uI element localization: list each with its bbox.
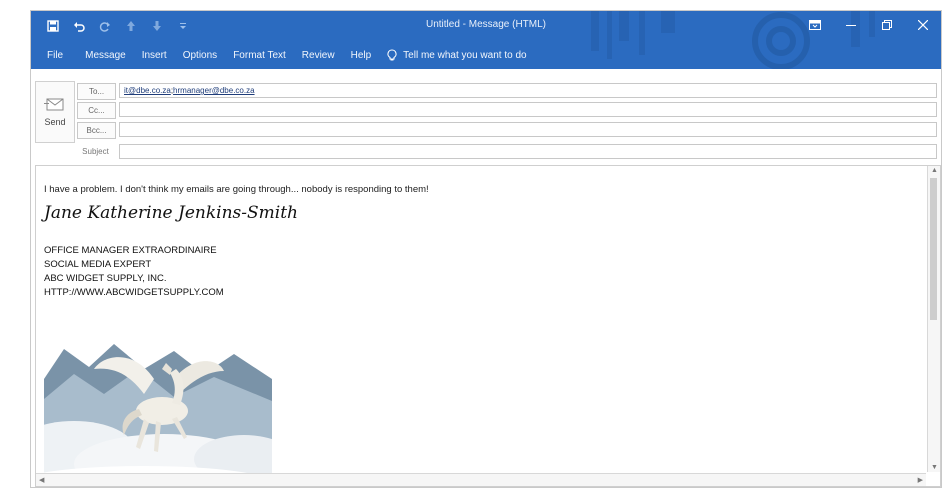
- lightbulb-icon: [387, 49, 397, 61]
- message-header: Send To... it@dbe.co.za ; hrmanager@dbe.…: [31, 69, 941, 165]
- vertical-scroll-thumb[interactable]: [930, 178, 937, 320]
- subject-label: Subject: [82, 147, 109, 156]
- send-label: Send: [44, 117, 66, 127]
- signature-line: SOCIAL MEDIA EXPERT: [44, 259, 152, 270]
- send-icon: [44, 98, 64, 111]
- tab-review[interactable]: Review: [294, 50, 343, 61]
- scroll-right-icon[interactable]: ▶: [918, 476, 923, 484]
- tab-insert[interactable]: Insert: [134, 50, 175, 61]
- signature-name: Jane Katherine Jenkins-Smith: [44, 203, 298, 223]
- to-field[interactable]: it@dbe.co.za ; hrmanager@dbe.co.za: [119, 83, 937, 98]
- horizontal-scrollbar[interactable]: ◀ ▶: [36, 473, 926, 486]
- ribbon-tabs: File Message Insert Options Format Text …: [31, 45, 527, 65]
- signature-line: ABC WIDGET SUPPLY, INC.: [44, 273, 167, 284]
- tab-options[interactable]: Options: [175, 50, 225, 61]
- to-button[interactable]: To...: [77, 83, 116, 100]
- window-controls: [797, 11, 941, 39]
- ribbon-display-options-icon[interactable]: [797, 11, 833, 39]
- tab-help[interactable]: Help: [343, 50, 380, 61]
- subject-field[interactable]: [119, 144, 937, 159]
- message-content: I have a problem. I don't think my email…: [44, 184, 924, 486]
- tab-message[interactable]: Message: [77, 50, 134, 61]
- restore-icon[interactable]: [869, 11, 905, 39]
- tell-me-text: Tell me what you want to do: [403, 49, 527, 61]
- outlook-compose-window: Untitled - Message (HTML) File Message I…: [30, 10, 942, 488]
- send-button[interactable]: Send: [35, 81, 75, 143]
- message-text: I have a problem. I don't think my email…: [44, 184, 429, 195]
- cc-field[interactable]: [119, 102, 937, 117]
- bcc-button[interactable]: Bcc...: [77, 122, 116, 139]
- title-bar: Untitled - Message (HTML) File Message I…: [31, 11, 941, 69]
- cc-button[interactable]: Cc...: [77, 102, 116, 119]
- signature-line: OFFICE MANAGER EXTRAORDINAIRE: [44, 245, 217, 256]
- scroll-left-icon[interactable]: ◀: [39, 476, 44, 484]
- signature-line: HTTP://WWW.ABCWIDGETSUPPLY.COM: [44, 287, 224, 298]
- vertical-scrollbar[interactable]: ▲ ▼: [927, 166, 940, 472]
- scroll-down-icon[interactable]: ▼: [931, 464, 938, 471]
- close-icon[interactable]: [905, 11, 941, 39]
- bcc-field[interactable]: [119, 122, 937, 137]
- scroll-up-icon[interactable]: ▲: [931, 167, 938, 174]
- tab-file[interactable]: File: [31, 50, 77, 61]
- minimize-icon[interactable]: [833, 11, 869, 39]
- recipient-2[interactable]: hrmanager@dbe.co.za: [173, 86, 255, 95]
- message-body[interactable]: I have a problem. I don't think my email…: [35, 165, 941, 487]
- pegasus-image: [44, 339, 272, 486]
- tab-format-text[interactable]: Format Text: [225, 50, 294, 61]
- tell-me-box[interactable]: Tell me what you want to do: [379, 49, 527, 61]
- recipient-1[interactable]: it@dbe.co.za: [124, 86, 171, 95]
